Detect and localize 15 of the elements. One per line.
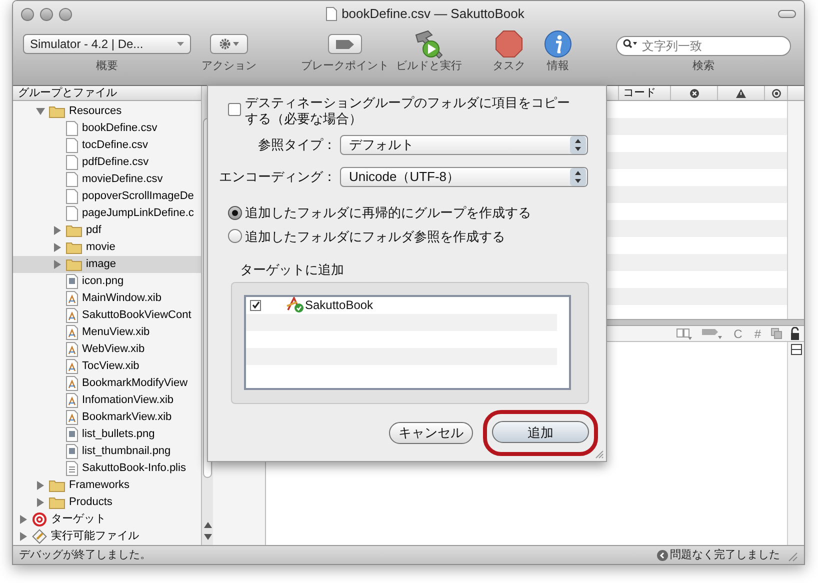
checkbox-label: デスティネーショングループのフォルダに項目をコピーする（必要な場合）: [245, 95, 571, 127]
build-status-text: 問題なく完了しました: [670, 548, 780, 564]
toolbar-label: 検索: [692, 59, 714, 73]
sidebar-header: グループとファイル: [13, 86, 201, 101]
toolbar-label: アクション: [202, 59, 256, 73]
group-title: ターゲットに追加: [240, 261, 345, 279]
field-label: エンコーディング：: [218, 168, 337, 186]
window-title: bookDefine.csv — SakuttoBook: [342, 5, 524, 24]
toolbar-label: 情報: [547, 59, 569, 73]
toolbar-label: ブレークポイント: [301, 59, 389, 73]
field-label: 参照タイプ：: [257, 136, 337, 154]
toolbar-label: ビルドと実行: [396, 59, 462, 73]
status-text: デバッグが終了しました。: [19, 548, 151, 564]
toolbar-label: 概要: [96, 59, 118, 73]
toolbar-label: タスク: [492, 59, 526, 73]
